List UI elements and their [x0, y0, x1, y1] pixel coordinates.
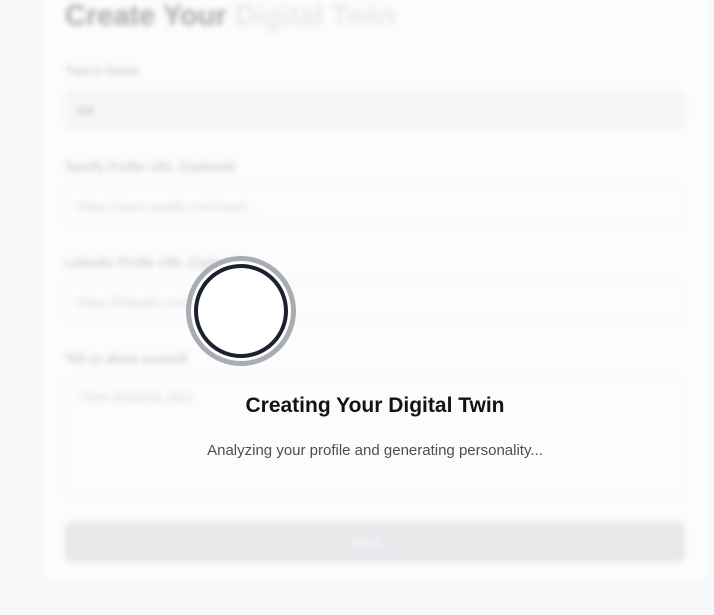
loading-overlay: Creating Your Digital Twin Analyzing you… [0, 0, 714, 615]
loading-title: Creating Your Digital Twin [245, 394, 505, 417]
loading-spinner [186, 256, 296, 366]
loading-subtitle: Analyzing your profile and generating pe… [207, 442, 543, 459]
page: Create Your Digital Twin Twin's Name bil… [0, 0, 714, 615]
